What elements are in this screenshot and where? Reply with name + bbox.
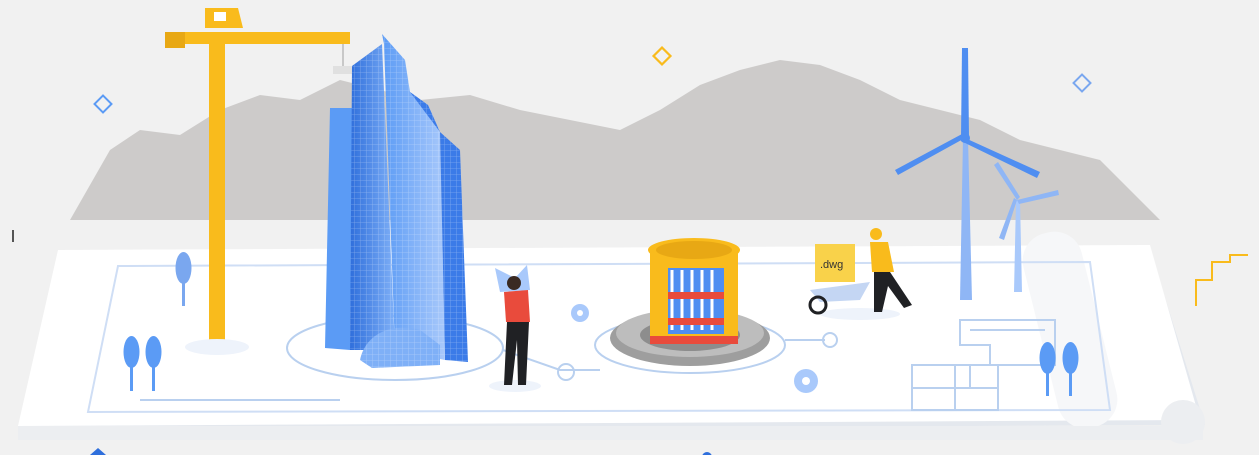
stair-icon [1195, 254, 1248, 306]
sparkle-icon [93, 94, 113, 114]
left-edge-mark [12, 230, 14, 242]
sparkle-icon [1072, 73, 1092, 93]
bottom-marker [90, 448, 106, 455]
dwg-file-label: .dwg [820, 259, 843, 271]
gear-icon [571, 304, 589, 322]
mountains [70, 60, 1160, 220]
construction-illustration: .dwg [12, 8, 1248, 455]
sheet-edge [18, 426, 1203, 440]
sparkle-icon [651, 45, 673, 67]
paper-sheet [18, 245, 1200, 426]
gear-icon [794, 369, 818, 393]
